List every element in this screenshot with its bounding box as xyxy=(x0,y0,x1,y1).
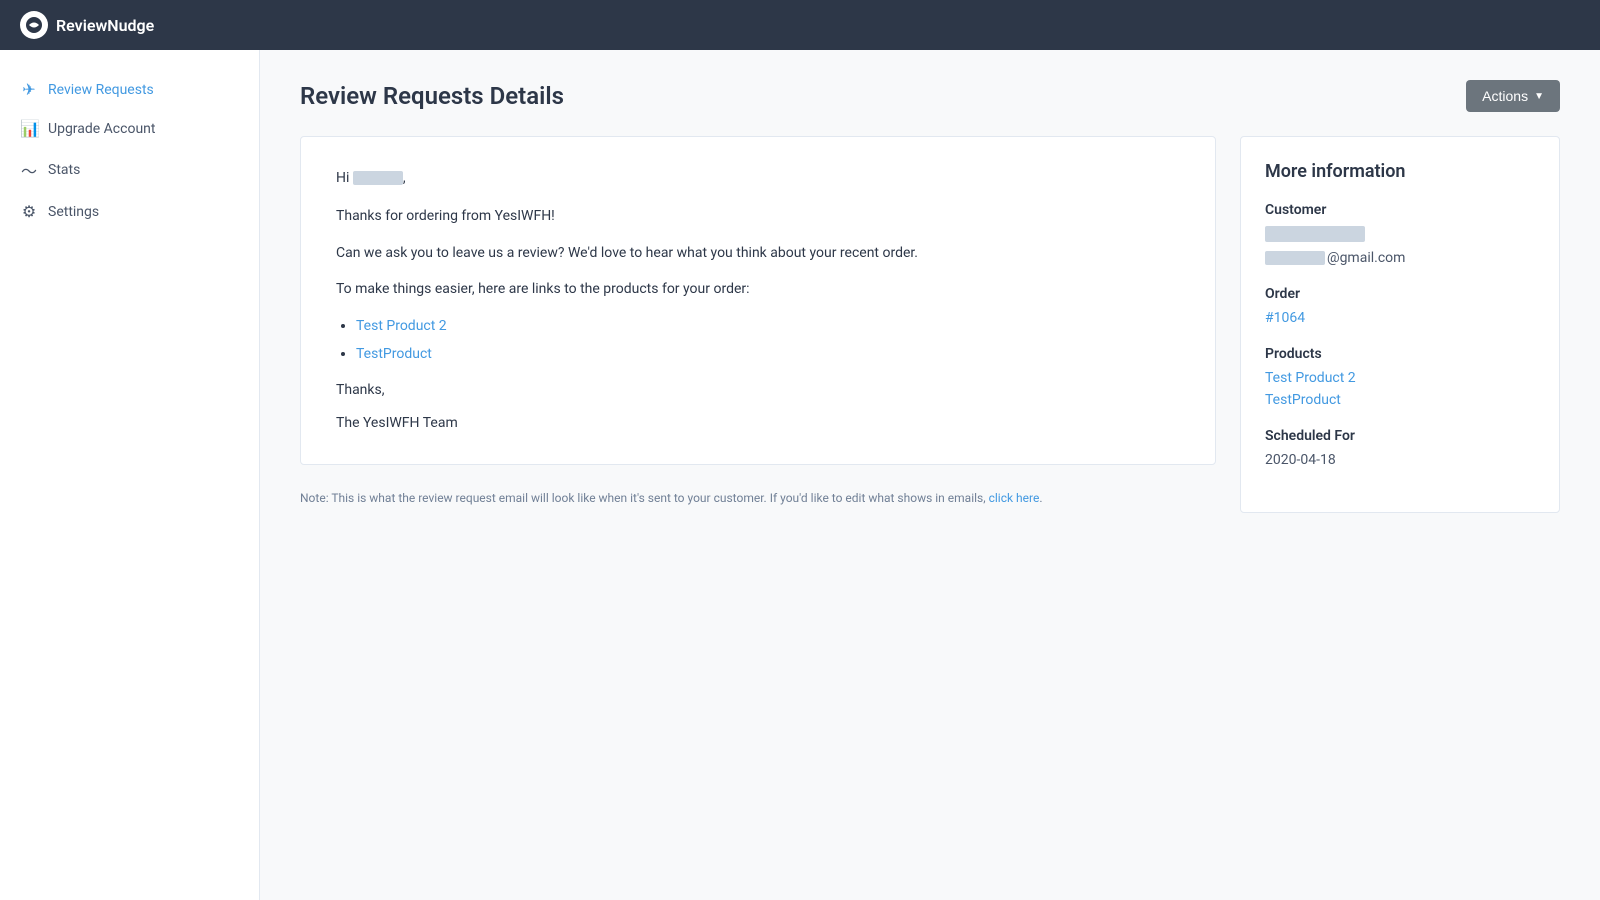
brand-logo: ReviewNudge xyxy=(20,11,154,39)
customer-name-redacted xyxy=(1265,226,1365,242)
scheduled-label: Scheduled For xyxy=(1265,428,1535,444)
email-note: Note: This is what the review request em… xyxy=(300,481,1216,505)
email-greeting: Hi , xyxy=(336,167,1180,189)
sidebar-label-settings: Settings xyxy=(48,204,99,220)
email-preview-card: Hi , Thanks for ordering from YesIWFH! C… xyxy=(300,136,1216,465)
chevron-down-icon: ▼ xyxy=(1534,91,1544,102)
customer-email: @gmail.com xyxy=(1265,250,1535,266)
customer-label: Customer xyxy=(1265,202,1535,218)
email-paragraph-2: Can we ask you to leave us a review? We'… xyxy=(336,242,1180,264)
email-signature: The YesIWFH Team xyxy=(336,412,1180,434)
info-product-link-2[interactable]: TestProduct xyxy=(1265,392,1535,408)
sidebar: ✈ Review Requests 📊 Upgrade Account 〜 St… xyxy=(0,50,260,900)
email-product-link-1[interactable]: Test Product 2 xyxy=(356,318,447,334)
order-number-link[interactable]: #1064 xyxy=(1265,310,1535,326)
stats-icon: 〜 xyxy=(20,158,38,182)
email-product-list: Test Product 2 TestProduct xyxy=(356,315,1180,366)
note-suffix: . xyxy=(1039,491,1042,505)
email-prefix-redacted xyxy=(1265,251,1325,265)
send-icon: ✈ xyxy=(20,80,38,99)
info-product-link-1[interactable]: Test Product 2 xyxy=(1265,370,1535,386)
greeting-comma: , xyxy=(403,170,406,186)
sidebar-label-review-requests: Review Requests xyxy=(48,82,154,98)
more-info-card: More information Customer @gmail.com Ord… xyxy=(1240,136,1560,513)
actions-button-label: Actions xyxy=(1482,88,1528,104)
greeting-prefix: Hi xyxy=(336,170,349,186)
scheduled-section: Scheduled For 2020-04-18 xyxy=(1265,428,1535,468)
sidebar-item-settings[interactable]: ⚙ Settings xyxy=(0,192,259,231)
brand-icon xyxy=(20,11,48,39)
sidebar-label-upgrade-account: Upgrade Account xyxy=(48,121,155,137)
order-section: Order #1064 xyxy=(1265,286,1535,326)
top-nav: ReviewNudge xyxy=(0,0,1600,50)
sidebar-item-review-requests[interactable]: ✈ Review Requests xyxy=(0,70,259,109)
sidebar-item-upgrade-account[interactable]: 📊 Upgrade Account xyxy=(0,109,259,148)
email-paragraph-3: To make things easier, here are links to… xyxy=(336,278,1180,300)
order-label: Order xyxy=(1265,286,1535,302)
gear-icon: ⚙ xyxy=(20,202,38,221)
sidebar-label-stats: Stats xyxy=(48,162,80,178)
scheduled-date: 2020-04-18 xyxy=(1265,452,1535,468)
note-link[interactable]: click here xyxy=(989,491,1040,505)
main-content: Review Requests Details Actions ▼ Hi , T… xyxy=(260,50,1600,900)
more-info-title: More information xyxy=(1265,161,1535,182)
list-item: TestProduct xyxy=(356,343,1180,365)
page-header: Review Requests Details Actions ▼ xyxy=(300,80,1560,112)
products-label: Products xyxy=(1265,346,1535,362)
email-suffix: @gmail.com xyxy=(1327,250,1405,266)
email-preview-wrapper: Hi , Thanks for ordering from YesIWFH! C… xyxy=(300,136,1216,505)
note-text: Note: This is what the review request em… xyxy=(300,491,986,505)
page-title: Review Requests Details xyxy=(300,82,564,110)
customer-section: Customer @gmail.com xyxy=(1265,202,1535,266)
email-product-link-2[interactable]: TestProduct xyxy=(356,346,432,362)
sidebar-item-stats[interactable]: 〜 Stats xyxy=(0,148,259,192)
email-paragraph-1: Thanks for ordering from YesIWFH! xyxy=(336,205,1180,227)
actions-button[interactable]: Actions ▼ xyxy=(1466,80,1560,112)
brand-name: ReviewNudge xyxy=(56,16,154,35)
chart-icon: 📊 xyxy=(20,119,38,138)
content-grid: Hi , Thanks for ordering from YesIWFH! C… xyxy=(300,136,1560,513)
list-item: Test Product 2 xyxy=(356,315,1180,337)
customer-name-redacted xyxy=(353,171,403,185)
email-closing: Thanks, xyxy=(336,379,1180,401)
products-section: Products Test Product 2 TestProduct xyxy=(1265,346,1535,408)
